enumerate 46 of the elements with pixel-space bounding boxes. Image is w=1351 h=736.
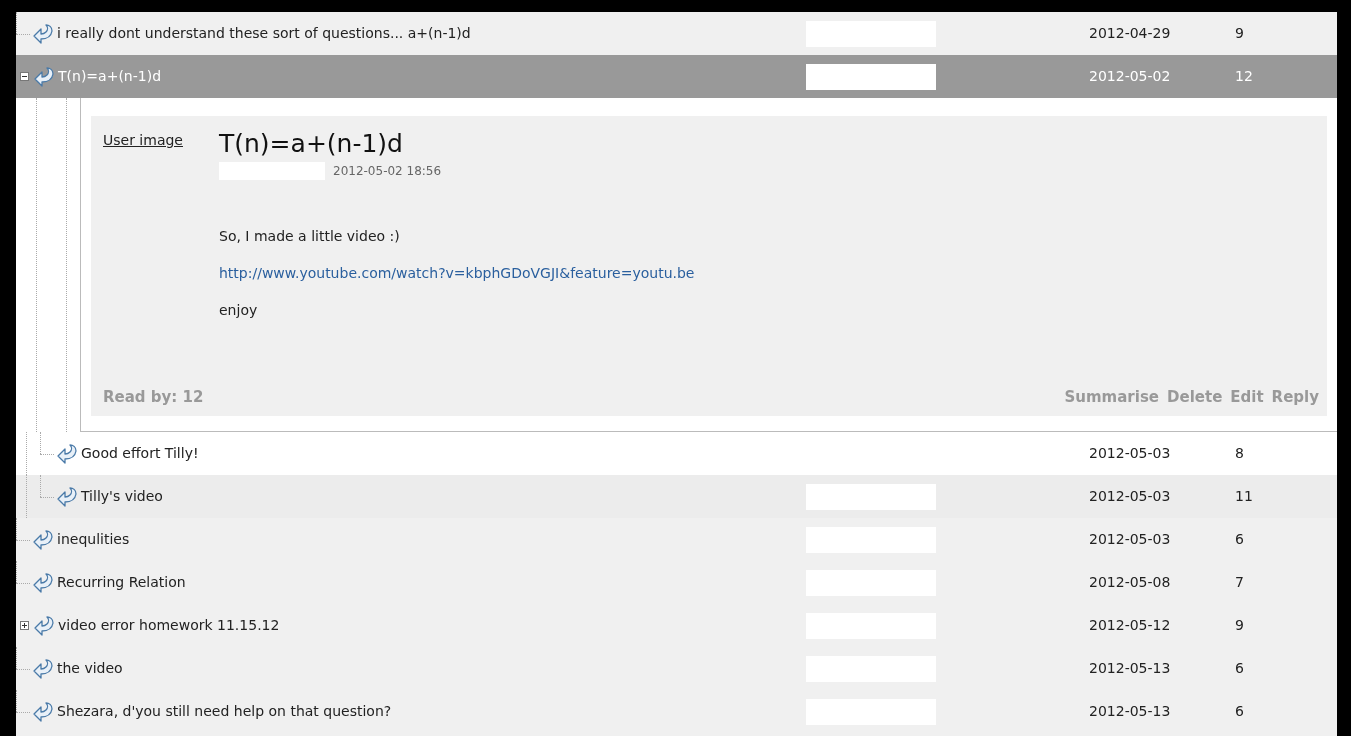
read-count: 9 xyxy=(1235,616,1244,635)
post-timestamp: 2012-05-02 18:56 xyxy=(333,162,442,180)
thread-title[interactable]: Recurring Relation xyxy=(57,572,186,593)
expand-icon[interactable] xyxy=(20,621,29,630)
curved-arrow-icon xyxy=(32,701,54,722)
post-text: enjoy xyxy=(219,300,259,320)
thread-date: 2012-05-13 xyxy=(1089,702,1172,721)
thread-date: 2012-05-02 xyxy=(1089,67,1172,86)
post-title: T(n)=a+(n-1)d xyxy=(219,130,404,158)
thread-date: 2012-05-03 xyxy=(1089,530,1172,549)
curved-arrow-icon xyxy=(32,658,54,679)
reply-title[interactable]: Good effort Tilly! xyxy=(81,443,199,464)
collapse-icon[interactable] xyxy=(20,72,29,81)
thread-row[interactable]: Tilly's video 2012-05-03 11 xyxy=(16,475,1337,518)
post-link[interactable]: http://www.youtube.com/watch?v=kbphGDoVGJI&feature=youtu.be xyxy=(219,262,695,284)
thread-date: 2012-04-29 xyxy=(1089,24,1172,43)
thread-row[interactable]: Good effort Tilly! 2012-05-03 8 xyxy=(16,432,1337,475)
curved-arrow-icon xyxy=(33,66,55,87)
curved-arrow-icon xyxy=(32,572,54,593)
thread-date: 2012-05-03 xyxy=(1089,487,1172,506)
curved-arrow-icon xyxy=(56,443,78,464)
read-count: 9 xyxy=(1235,24,1244,43)
thread-title[interactable]: video error homework 11.15.12 xyxy=(58,615,280,636)
thread-date: 2012-05-03 xyxy=(1089,444,1172,463)
read-count: 7 xyxy=(1235,573,1244,592)
read-count: 6 xyxy=(1235,530,1244,549)
curved-arrow-icon xyxy=(32,529,54,550)
read-count: 6 xyxy=(1235,659,1244,678)
thread-title[interactable]: i really dont understand these sort of questions... a+(n-1)d xyxy=(57,23,471,44)
user-image-link[interactable]: User image xyxy=(103,132,183,148)
read-count: 11 xyxy=(1235,487,1253,506)
read-count: 8 xyxy=(1235,444,1244,463)
read-by-count: Read by: 12 xyxy=(103,386,204,408)
thread-date: 2012-05-08 xyxy=(1089,573,1172,592)
read-count: 12 xyxy=(1235,67,1253,86)
thread-title[interactable]: the video xyxy=(57,658,123,679)
read-count: 6 xyxy=(1235,702,1244,721)
thread-date: 2012-05-12 xyxy=(1089,616,1172,635)
thread-date: 2012-05-13 xyxy=(1089,659,1172,678)
curved-arrow-icon xyxy=(32,23,54,44)
curved-arrow-icon xyxy=(56,486,78,507)
reply-title[interactable]: Tilly's video xyxy=(81,486,163,507)
thread-title[interactable]: inequlities xyxy=(57,529,130,550)
post-text: So, I made a little video :) xyxy=(219,226,401,246)
thread-title[interactable]: Shezara, d'you still need help on that question? xyxy=(57,701,392,722)
curved-arrow-icon xyxy=(33,615,55,636)
